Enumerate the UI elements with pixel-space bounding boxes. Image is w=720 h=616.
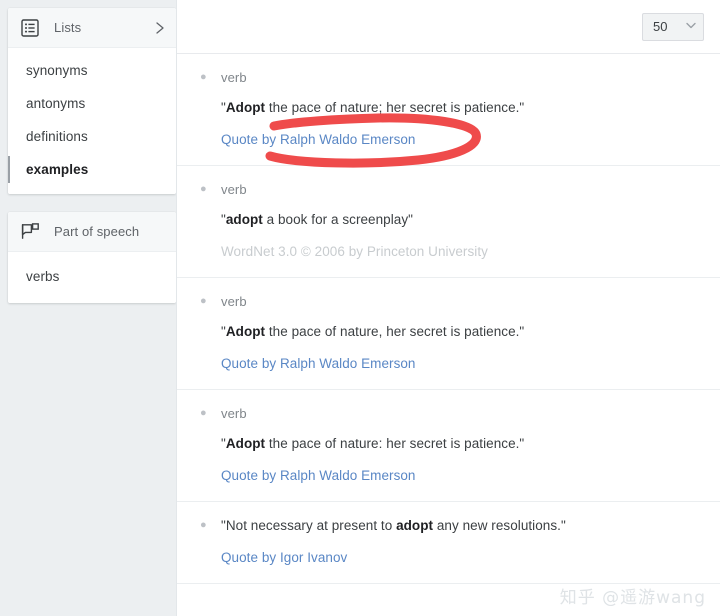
sidebar: Lists synonyms antonyms definitions exam…: [0, 0, 176, 321]
list-item[interactable]: ● verb "Adopt the pace of nature; her se…: [177, 54, 720, 166]
example-text: "adopt a book for a screenplay": [221, 210, 700, 230]
lists-nav: synonyms antonyms definitions examples: [8, 48, 176, 194]
list-item[interactable]: ● verb "Adopt the pace of nature: her se…: [177, 390, 720, 502]
sidebar-item-label: examples: [26, 162, 89, 177]
part-of-speech-card-header[interactable]: Part of speech: [8, 212, 176, 252]
bullet-dot-icon: ●: [200, 407, 207, 419]
example-rest: the pace of nature, her secret is patien…: [265, 324, 525, 339]
sidebar-item-label: verbs: [26, 269, 60, 284]
results-list: ● verb "Adopt the pace of nature; her se…: [177, 54, 720, 616]
sidebar-item-definitions[interactable]: definitions: [8, 120, 176, 153]
sidebar-item-antonyms[interactable]: antonyms: [8, 87, 176, 120]
example-rest: the pace of nature: her secret is patien…: [265, 436, 525, 451]
list-box-icon: [20, 18, 40, 38]
lists-card: Lists synonyms antonyms definitions exam…: [8, 8, 176, 194]
results-toolbar: 50: [177, 0, 720, 54]
part-of-speech-nav: verbs: [8, 252, 176, 303]
example-rest: the pace of nature; her secret is patien…: [265, 100, 525, 115]
speech-flag-icon: [20, 222, 40, 242]
sidebar-item-label: definitions: [26, 129, 88, 144]
example-text: "Not necessary at present to adopt any n…: [221, 516, 700, 536]
pos-tag: verb: [221, 406, 247, 421]
example-headword: Adopt: [225, 324, 266, 339]
app-root: Lists synonyms antonyms definitions exam…: [0, 0, 720, 616]
sidebar-item-examples[interactable]: examples: [8, 153, 176, 186]
sidebar-item-synonyms[interactable]: synonyms: [8, 54, 176, 87]
pos-tag: verb: [221, 70, 247, 85]
source-attribution: WordNet 3.0 © 2006 by Princeton Universi…: [221, 244, 488, 259]
pos-tag: verb: [221, 182, 247, 197]
page-size-value: 50: [653, 19, 668, 34]
source-link[interactable]: Quote by Ralph Waldo Emerson: [221, 355, 416, 373]
example-headword: Adopt: [225, 436, 266, 451]
list-item[interactable]: ● verb "adopt a book for a screenplay" W…: [177, 166, 720, 278]
part-of-speech-card: Part of speech verbs: [8, 212, 176, 303]
example-headword: adopt: [396, 518, 434, 533]
chevron-down-icon: [686, 22, 696, 31]
list-item[interactable]: ● verb "Adopt the pace of nature, her se…: [177, 278, 720, 390]
bullet-dot-icon: ●: [200, 519, 207, 531]
example-rest: any new resolutions.": [433, 518, 566, 533]
example-headword: adopt: [225, 212, 263, 227]
source-link[interactable]: Quote by Ralph Waldo Emerson: [221, 467, 416, 485]
example-text: "Adopt the pace of nature; her secret is…: [221, 98, 700, 118]
sidebar-item-label: synonyms: [26, 63, 88, 78]
lists-card-title: Lists: [54, 20, 82, 35]
source-link[interactable]: Quote by Igor Ivanov: [221, 549, 347, 567]
example-text: "Adopt the pace of nature: her secret is…: [221, 434, 700, 454]
chevron-right-icon[interactable]: [154, 21, 166, 35]
list-item[interactable]: ● "Not necessary at present to adopt any…: [177, 502, 720, 584]
watermark: 知乎 @遥游wang: [559, 588, 706, 608]
bullet-dot-icon: ●: [200, 71, 207, 83]
sidebar-item-label: antonyms: [26, 96, 86, 111]
page-size-select[interactable]: 50: [642, 12, 704, 41]
example-text: "Adopt the pace of nature, her secret is…: [221, 322, 700, 342]
part-of-speech-card-title: Part of speech: [54, 224, 140, 239]
bullet-dot-icon: ●: [200, 183, 207, 195]
example-quote-open: "Not necessary at present to: [221, 518, 397, 533]
main-panel: 50 ● verb "Adopt the pace of nature; her…: [176, 0, 720, 616]
sidebar-item-verbs[interactable]: verbs: [8, 260, 176, 293]
example-rest: a book for a screenplay": [262, 212, 413, 227]
pos-tag: verb: [221, 294, 247, 309]
lists-card-header[interactable]: Lists: [8, 8, 176, 48]
source-link[interactable]: Quote by Ralph Waldo Emerson: [221, 131, 416, 149]
example-headword: Adopt: [225, 100, 266, 115]
bullet-dot-icon: ●: [200, 295, 207, 307]
